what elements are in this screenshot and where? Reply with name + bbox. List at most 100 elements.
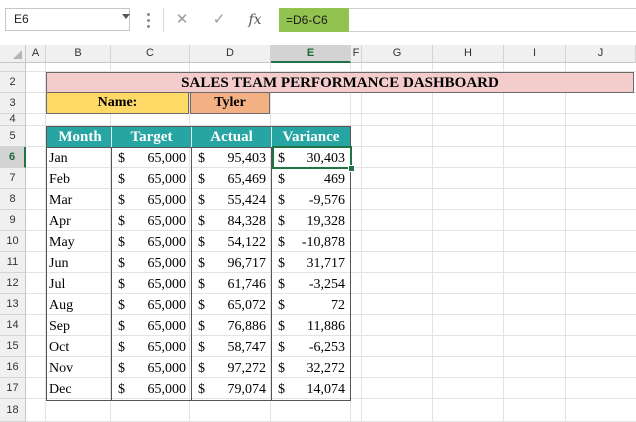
cell-variance[interactable]: $31,717 bbox=[272, 253, 350, 274]
cell-target[interactable]: $65,000 bbox=[112, 358, 192, 379]
currency-symbol: $ bbox=[198, 319, 205, 334]
variance-value: -10,878 bbox=[301, 235, 345, 250]
cell-target[interactable]: $65,000 bbox=[112, 232, 192, 253]
header-actual[interactable]: Actual bbox=[192, 127, 272, 147]
chevron-down-icon[interactable] bbox=[122, 14, 130, 19]
fill-handle[interactable] bbox=[348, 165, 355, 172]
cell-variance[interactable]: $11,886 bbox=[272, 316, 350, 337]
cell-target[interactable]: $65,000 bbox=[112, 169, 192, 190]
cell-variance[interactable]: $ -9,576 bbox=[272, 190, 350, 211]
header-target[interactable]: Target bbox=[112, 127, 192, 147]
cell-month[interactable]: Jul bbox=[47, 274, 112, 295]
row-header-16[interactable]: 16 bbox=[0, 357, 26, 378]
cell-month[interactable]: Feb bbox=[47, 169, 112, 190]
cell-actual[interactable]: $65,469 bbox=[192, 169, 272, 190]
row-header-18[interactable]: 18 bbox=[0, 399, 26, 422]
column-header-d[interactable]: D bbox=[190, 45, 271, 63]
check-icon[interactable]: ✓ bbox=[204, 8, 234, 32]
row-header-9[interactable]: 9 bbox=[0, 210, 26, 231]
table-row: Jun $65,000 $96,717 $31,717 bbox=[47, 253, 350, 274]
row-header-17[interactable]: 17 bbox=[0, 378, 26, 399]
name-value[interactable]: Tyler bbox=[190, 93, 270, 114]
currency-symbol: $ bbox=[198, 151, 205, 166]
cell-variance[interactable]: $30,403 bbox=[272, 148, 350, 169]
column-header-i[interactable]: I bbox=[504, 45, 566, 63]
cell-variance[interactable]: $ -6,253 bbox=[272, 337, 350, 358]
cell-actual[interactable]: $54,122 bbox=[192, 232, 272, 253]
cell-target[interactable]: $65,000 bbox=[112, 379, 192, 400]
cell-actual[interactable]: $55,424 bbox=[192, 190, 272, 211]
cell-variance[interactable]: $19,328 bbox=[272, 211, 350, 232]
row-header-10[interactable]: 10 bbox=[0, 231, 26, 252]
cell-target[interactable]: $65,000 bbox=[112, 190, 192, 211]
cell-month[interactable]: Mar bbox=[47, 190, 112, 211]
cell-actual[interactable]: $97,272 bbox=[192, 358, 272, 379]
column-header-c[interactable]: C bbox=[111, 45, 190, 63]
cell-actual[interactable]: $76,886 bbox=[192, 316, 272, 337]
cell-variance[interactable]: $32,272 bbox=[272, 358, 350, 379]
cell-variance[interactable]: $ -10,878 bbox=[272, 232, 350, 253]
formula-input-area[interactable] bbox=[349, 8, 636, 32]
table-row: Jan $65,000 $95,403 $30,403 bbox=[47, 148, 350, 169]
formula-input[interactable]: =D6-C6 bbox=[279, 8, 349, 32]
cell-month[interactable]: Jan bbox=[47, 148, 112, 169]
column-header-h[interactable]: H bbox=[433, 45, 504, 63]
cell-month[interactable]: Aug bbox=[47, 295, 112, 316]
cell-target[interactable]: $65,000 bbox=[112, 274, 192, 295]
cell-month[interactable]: Apr bbox=[47, 211, 112, 232]
cell-variance[interactable]: $469 bbox=[272, 169, 350, 190]
row-header-15[interactable]: 15 bbox=[0, 336, 26, 357]
drag-handle-icon[interactable] bbox=[147, 13, 150, 28]
header-month[interactable]: Month bbox=[47, 127, 112, 147]
column-header-e[interactable]: E bbox=[271, 45, 351, 63]
cell-month[interactable]: Jun bbox=[47, 253, 112, 274]
column-header-f[interactable]: F bbox=[351, 45, 362, 63]
cell-actual[interactable]: $65,072 bbox=[192, 295, 272, 316]
cell-month[interactable]: Dec bbox=[47, 379, 112, 400]
cell-actual[interactable]: $61,746 bbox=[192, 274, 272, 295]
cell-month[interactable]: Oct bbox=[47, 337, 112, 358]
row-header-5[interactable]: 5 bbox=[0, 126, 26, 147]
cell-month[interactable]: Sep bbox=[47, 316, 112, 337]
row-header-11[interactable]: 11 bbox=[0, 252, 26, 273]
row-header-8[interactable]: 8 bbox=[0, 189, 26, 210]
column-header-a[interactable]: A bbox=[26, 45, 46, 63]
row-header-6[interactable]: 6 bbox=[0, 147, 26, 168]
column-header-j[interactable]: J bbox=[566, 45, 636, 63]
cell-target[interactable]: $65,000 bbox=[112, 295, 192, 316]
name-box[interactable]: E6 bbox=[5, 8, 130, 31]
cell-actual[interactable]: $79,074 bbox=[192, 379, 272, 400]
column-header-g[interactable]: G bbox=[362, 45, 433, 63]
cell-month[interactable]: Nov bbox=[47, 358, 112, 379]
table-row: Nov $65,000 $97,272 $32,272 bbox=[47, 358, 350, 379]
currency-symbol: $ bbox=[198, 361, 205, 376]
row-header-7[interactable]: 7 bbox=[0, 168, 26, 189]
cell-target[interactable]: $65,000 bbox=[112, 316, 192, 337]
cell-variance[interactable]: $ -3,254 bbox=[272, 274, 350, 295]
cell-actual[interactable]: $58,747 bbox=[192, 337, 272, 358]
cell-variance[interactable]: $72 bbox=[272, 295, 350, 316]
dashboard-title[interactable]: SALES TEAM PERFORMANCE DASHBOARD bbox=[46, 72, 634, 93]
cell-variance[interactable]: $14,074 bbox=[272, 379, 350, 400]
row-header-3[interactable]: 3 bbox=[0, 93, 26, 114]
select-all-button[interactable] bbox=[0, 45, 26, 63]
header-variance[interactable]: Variance bbox=[272, 127, 350, 147]
cell-target[interactable]: $65,000 bbox=[112, 148, 192, 169]
row-header-2[interactable]: 2 bbox=[0, 72, 26, 93]
cell-target[interactable]: $65,000 bbox=[112, 253, 192, 274]
row-header-12[interactable]: 12 bbox=[0, 273, 26, 294]
name-label[interactable]: Name: bbox=[46, 93, 189, 114]
cell-actual[interactable]: $84,328 bbox=[192, 211, 272, 232]
row-header-13[interactable]: 13 bbox=[0, 294, 26, 315]
close-icon[interactable]: ✕ bbox=[167, 8, 197, 32]
cell-target[interactable]: $65,000 bbox=[112, 211, 192, 232]
row-header-4[interactable]: 4 bbox=[0, 114, 26, 126]
cell-month[interactable]: May bbox=[47, 232, 112, 253]
row-header-1-partial[interactable] bbox=[0, 63, 26, 72]
row-header-14[interactable]: 14 bbox=[0, 315, 26, 336]
cell-actual[interactable]: $95,403 bbox=[192, 148, 272, 169]
column-header-b[interactable]: B bbox=[46, 45, 111, 63]
cell-target[interactable]: $65,000 bbox=[112, 337, 192, 358]
insert-function-icon[interactable]: fx bbox=[240, 8, 270, 32]
cell-actual[interactable]: $96,717 bbox=[192, 253, 272, 274]
